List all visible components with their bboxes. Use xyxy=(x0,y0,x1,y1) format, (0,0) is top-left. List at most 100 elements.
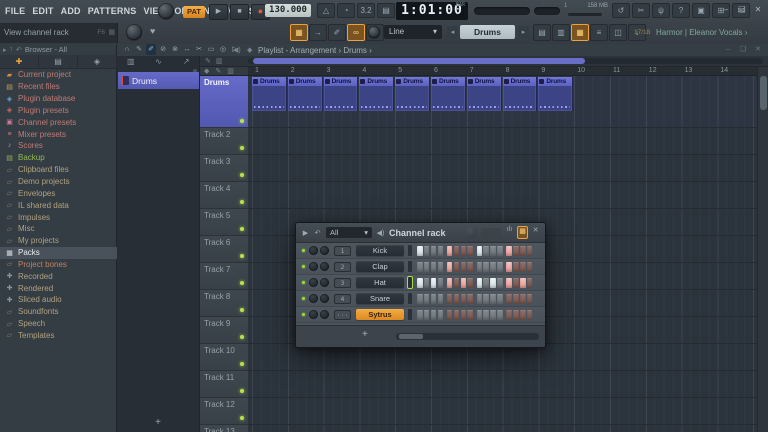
restore-button[interactable]: ❏ xyxy=(736,4,748,16)
browser-item-demo-projects[interactable]: ▱Demo projects xyxy=(0,176,117,188)
playlist-mute-button[interactable]: ⊗ xyxy=(170,44,180,55)
pan-knob[interactable] xyxy=(309,294,318,303)
step-6[interactable] xyxy=(454,262,460,272)
browser-item-packs[interactable]: ▦Packs xyxy=(0,247,117,259)
countdown-icon[interactable]: 3.2 xyxy=(357,3,375,18)
step-7[interactable] xyxy=(461,262,467,272)
step-6[interactable] xyxy=(454,246,460,256)
picker-tab-patterns[interactable]: ▥ xyxy=(117,56,145,68)
pattern-previous-button[interactable]: ◂ xyxy=(447,26,458,39)
step-14[interactable] xyxy=(513,262,519,272)
step-3[interactable] xyxy=(431,310,437,320)
step-10[interactable] xyxy=(483,310,489,320)
playlist-zoom-button[interactable]: ◎ xyxy=(218,44,228,55)
track-lane-track-11[interactable] xyxy=(248,371,757,398)
volume-knob[interactable] xyxy=(320,262,329,271)
step-4[interactable] xyxy=(438,310,444,320)
track-header-track-4[interactable]: Track 4 xyxy=(200,182,248,209)
track-led[interactable] xyxy=(240,389,244,393)
channel-enable-led[interactable] xyxy=(302,265,305,268)
step-2[interactable] xyxy=(424,262,430,272)
browser-item-my-projects[interactable]: ▱My projects xyxy=(0,235,117,247)
step-10[interactable] xyxy=(483,246,489,256)
browser-up-icon[interactable]: ↑ xyxy=(10,46,14,54)
track-pencil-icon[interactable]: ✎ xyxy=(215,67,221,75)
playlist-minimize-button[interactable]: – xyxy=(722,44,734,56)
step-15[interactable] xyxy=(520,310,526,320)
browser-expand-icon[interactable]: ▸ xyxy=(3,46,7,54)
step-5[interactable] xyxy=(447,294,453,304)
playlist-snap-button[interactable]: ∩ xyxy=(122,44,132,55)
step-13[interactable] xyxy=(506,278,512,288)
step-5[interactable] xyxy=(447,246,453,256)
track-lane-drums[interactable]: DrumsDrumsDrumsDrumsDrumsDrumsDrumsDrums… xyxy=(248,76,757,128)
step-9[interactable] xyxy=(477,310,483,320)
microphone-icon[interactable]: ψ xyxy=(652,3,670,18)
step-1[interactable] xyxy=(417,310,423,320)
track-header-track-7[interactable]: Track 7 xyxy=(200,263,248,290)
step-15[interactable] xyxy=(520,294,526,304)
pattern-clip-drums-8[interactable]: Drums xyxy=(503,77,538,111)
step-5[interactable] xyxy=(447,310,453,320)
toggle-browser-button[interactable]: ◫ xyxy=(609,24,627,41)
channel-button-snare[interactable]: Snare xyxy=(356,293,404,304)
track-lane-track-12[interactable] xyxy=(248,398,757,425)
track-led[interactable] xyxy=(240,416,244,420)
channel-enable-led[interactable] xyxy=(302,281,305,284)
playlist-slice-button[interactable]: ✂ xyxy=(194,44,204,55)
brush-button[interactable]: ✐ xyxy=(328,24,346,41)
playlist-maximize-button[interactable]: ❏ xyxy=(737,44,749,56)
undo-history-icon[interactable]: ↺ xyxy=(612,3,630,18)
track-led[interactable] xyxy=(240,335,244,339)
step-4[interactable] xyxy=(438,246,444,256)
step-3[interactable] xyxy=(431,262,437,272)
master-volume-slider[interactable] xyxy=(474,7,530,15)
step-11[interactable] xyxy=(490,310,496,320)
channel-button-kick[interactable]: Kick xyxy=(356,245,404,256)
rack-play-icon[interactable]: ▶ xyxy=(301,229,310,237)
pattern-clip-drums-4[interactable]: Drums xyxy=(359,77,394,111)
browser-item-mixer-presets[interactable]: ≡Mixer presets xyxy=(0,128,117,140)
track-header-track-13[interactable]: Track 13 xyxy=(200,425,248,432)
snap-grid-button[interactable]: ▦ xyxy=(290,24,308,41)
track-led[interactable] xyxy=(240,254,244,258)
step-8[interactable] xyxy=(467,246,473,256)
pattern-clip-drums-9[interactable]: Drums xyxy=(538,77,573,111)
step-16[interactable] xyxy=(527,246,533,256)
step-9[interactable] xyxy=(477,278,483,288)
track-led[interactable] xyxy=(240,227,244,231)
channel-rack-titlebar[interactable]: ▶↶ All▾ ◀) Channel rack ılı▦✕ xyxy=(296,223,545,243)
track-header-track-8[interactable]: Track 8 xyxy=(200,290,248,317)
step-5[interactable] xyxy=(447,278,453,288)
channel-enable-led[interactable] xyxy=(302,249,305,252)
step-12[interactable] xyxy=(497,246,503,256)
step-4[interactable] xyxy=(438,294,444,304)
step-9[interactable] xyxy=(477,262,483,272)
step-13[interactable] xyxy=(506,310,512,320)
close-button[interactable]: ✕ xyxy=(752,4,764,16)
step-15[interactable] xyxy=(520,278,526,288)
pattern-mode-button[interactable]: PAT xyxy=(183,6,205,18)
cut-icon[interactable]: ✂ xyxy=(632,3,650,18)
volume-knob[interactable] xyxy=(320,310,329,319)
browser-item-recorded[interactable]: ✚Recorded xyxy=(0,270,117,282)
track-lane-track-3[interactable] xyxy=(248,155,757,182)
step-6[interactable] xyxy=(454,278,460,288)
browser-item-il-shared-data[interactable]: ▱IL shared data xyxy=(0,199,117,211)
step-7[interactable] xyxy=(461,278,467,288)
browser-item-impulses[interactable]: ▱Impulses xyxy=(0,211,117,223)
menu-add[interactable]: ADD xyxy=(61,6,81,16)
play-button[interactable]: ▶ xyxy=(209,4,228,20)
step-14[interactable] xyxy=(513,310,519,320)
step-9[interactable] xyxy=(477,294,483,304)
typing-keyboard-icon[interactable]: ▤ xyxy=(377,3,395,18)
time-display[interactable]: 1:01:00BAR xyxy=(396,2,468,20)
track-led[interactable] xyxy=(240,173,244,177)
step-6[interactable] xyxy=(454,294,460,304)
track-header-drums[interactable]: Drums xyxy=(200,76,248,128)
step-15[interactable] xyxy=(520,262,526,272)
track-led[interactable] xyxy=(240,119,244,123)
menu-file[interactable]: FILE xyxy=(5,6,25,16)
add-channel-button[interactable]: + xyxy=(362,329,368,340)
step-9[interactable] xyxy=(477,246,483,256)
